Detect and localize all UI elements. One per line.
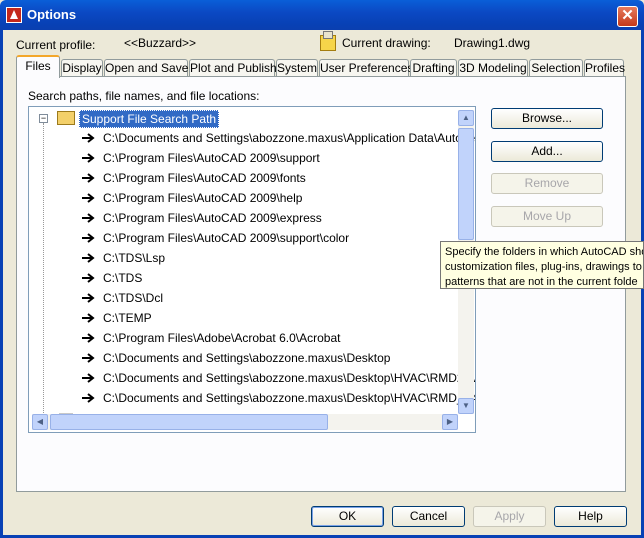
tab-3d-modeling[interactable]: 3D Modeling: [458, 59, 528, 77]
apply-button[interactable]: Apply: [473, 506, 546, 527]
tab-selection[interactable]: Selection: [529, 59, 583, 77]
tree-path-label: C:\Program Files\Adobe\Acrobat 6.0\Acrob…: [103, 331, 341, 345]
tree-path-label: C:\Program Files\AutoCAD 2009\help: [103, 191, 303, 205]
tree-path-label: C:\Program Files\AutoCAD 2009\support\co…: [103, 231, 350, 245]
tree-path-label: C:\TEMP: [103, 311, 152, 325]
tree-path-label: C:\Program Files\AutoCAD 2009\support: [103, 151, 320, 165]
drawing-icon: [320, 31, 336, 51]
scroll-up-button[interactable]: ▲: [458, 110, 474, 126]
scroll-down-button[interactable]: ▼: [458, 398, 474, 414]
current-profile-label: Current profile:: [16, 38, 96, 52]
tree-path-label: C:\TDS\Lsp: [103, 251, 166, 265]
tree-path-label: C:\TDS: [103, 271, 143, 285]
path-arrow-icon: [82, 133, 95, 143]
options-dialog: Options ✕ Current profile: <<Buzzard>> C…: [0, 0, 644, 538]
tooltip-line: patterns that are not in the current fol…: [445, 276, 638, 288]
path-arrow-icon: [82, 193, 95, 203]
tab-open-and-save[interactable]: Open and Save: [104, 59, 188, 77]
collapse-icon[interactable]: −: [39, 114, 48, 123]
window-title: Options: [27, 7, 77, 22]
tooltip: Specify the folders in which AutoCAD sho…: [440, 241, 644, 289]
path-arrow-icon: [82, 393, 95, 403]
horizontal-scroll-thumb[interactable]: [50, 414, 328, 430]
path-arrow-icon: [82, 153, 95, 163]
tree-path-label: C:\Program Files\AutoCAD 2009\fonts: [103, 171, 306, 185]
folder-icon: [57, 111, 75, 125]
tree-guide-line: [43, 123, 44, 423]
tab-display[interactable]: Display: [61, 59, 103, 77]
tree-horizontal-scrollbar[interactable]: ◀ ▶: [32, 414, 458, 430]
close-icon: ✕: [621, 7, 634, 24]
remove-button[interactable]: Remove: [491, 173, 603, 194]
tab-profiles[interactable]: Profiles: [584, 59, 625, 77]
vertical-scroll-thumb[interactable]: [458, 128, 474, 240]
tooltip-line: Specify the folders in which AutoCAD sho: [445, 246, 644, 258]
autocad-icon: [6, 7, 22, 23]
tab-plot-and-publish[interactable]: Plot and Publish: [189, 59, 277, 77]
browse-button[interactable]: Browse...: [491, 108, 603, 129]
tab-drafting[interactable]: Drafting: [410, 59, 457, 77]
scroll-right-button[interactable]: ▶: [442, 414, 458, 430]
path-arrow-icon: [82, 173, 95, 183]
current-drawing-label: Current drawing:: [342, 36, 431, 50]
window-frame-left: [0, 30, 3, 538]
tree-path-label: C:\Documents and Settings\abozzone.maxus…: [103, 351, 391, 365]
path-arrow-icon: [82, 373, 95, 383]
path-arrow-icon: [82, 213, 95, 223]
path-arrow-icon: [82, 233, 95, 243]
current-profile-value: <<Buzzard>>: [124, 36, 197, 50]
tree-path-label: C:\Documents and Settings\abozzone.maxus…: [103, 371, 476, 385]
tooltip-line: customization files, plug-ins, drawings …: [445, 261, 642, 273]
tree-root-support-file-search-path[interactable]: Support File Search Path: [79, 110, 220, 128]
tab-system[interactable]: System: [276, 59, 318, 77]
path-arrow-icon: [82, 253, 95, 263]
path-arrow-icon: [82, 293, 95, 303]
search-paths-label: Search paths, file names, and file locat…: [28, 89, 260, 103]
path-arrow-icon: [82, 353, 95, 363]
tab-files[interactable]: Files: [16, 55, 60, 78]
scroll-left-button[interactable]: ◀: [32, 414, 48, 430]
path-arrow-icon: [82, 333, 95, 343]
help-button[interactable]: Help: [554, 506, 627, 527]
file-search-tree[interactable]: − Support File Search Path C:\Documents …: [28, 106, 476, 433]
tree-path-label: C:\TDS\Dcl: [103, 291, 163, 305]
move-up-button[interactable]: Move Up: [491, 206, 603, 227]
tab-user-preferences[interactable]: User Preferences: [319, 59, 413, 77]
tree-path-label: C:\Documents and Settings\abozzone.maxus…: [103, 131, 476, 145]
current-drawing-value: Drawing1.dwg: [454, 36, 531, 50]
close-button[interactable]: ✕: [617, 6, 638, 27]
title-bar[interactable]: Options ✕: [0, 0, 644, 30]
tree-path-label: C:\Program Files\AutoCAD 2009\express: [103, 211, 322, 225]
cancel-button[interactable]: Cancel: [392, 506, 465, 527]
path-arrow-icon: [82, 313, 95, 323]
path-arrow-icon: [82, 273, 95, 283]
ok-button[interactable]: OK: [311, 506, 384, 527]
tree-path-label: C:\Documents and Settings\abozzone.maxus…: [103, 391, 476, 405]
add-button[interactable]: Add...: [491, 141, 603, 162]
